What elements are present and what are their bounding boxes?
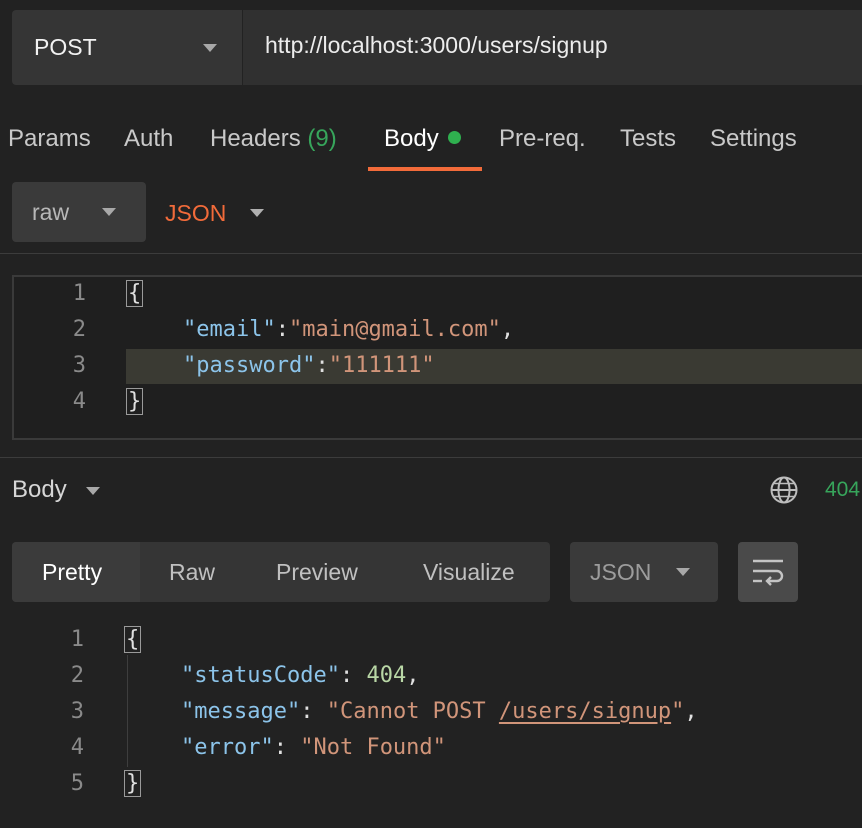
tab-settings[interactable]: Settings xyxy=(710,125,797,153)
line-number: 3 xyxy=(70,699,84,724)
chevron-down-icon xyxy=(102,208,116,216)
chevron-down-icon[interactable] xyxy=(250,209,264,217)
globe-icon[interactable] xyxy=(769,475,799,505)
body-mode-select[interactable]: raw xyxy=(12,182,146,242)
body-modified-dot xyxy=(447,131,461,144)
code-line: "statusCode": 404, xyxy=(181,663,420,688)
view-tab-pretty[interactable]: Pretty xyxy=(42,559,102,586)
json-string: "Cannot POST xyxy=(326,699,499,724)
chevron-down-icon[interactable] xyxy=(86,487,100,495)
json-string: "Not Found" xyxy=(300,735,446,760)
code-line: "email":"main@gmail.com", xyxy=(183,317,515,342)
url-input[interactable]: http://localhost:3000/users/signup xyxy=(243,10,862,85)
view-tab-visualize[interactable]: Visualize xyxy=(423,559,515,586)
json-key: "email" xyxy=(183,317,276,342)
active-tab-underline xyxy=(368,167,482,171)
response-view-tabs: Pretty Raw Preview Visualize xyxy=(12,542,550,602)
json-key: "message" xyxy=(181,699,301,724)
response-format-select[interactable]: JSON xyxy=(570,542,718,602)
close-brace: } xyxy=(126,388,144,415)
body-mode-label: raw xyxy=(32,199,70,225)
url-text: http://localhost:3000/users/signup xyxy=(265,32,608,58)
tab-params[interactable]: Params xyxy=(8,125,91,153)
view-tab-preview[interactable]: Preview xyxy=(276,559,358,586)
chevron-down-icon xyxy=(203,44,217,52)
code-line: "message": "Cannot POST /users/signup", xyxy=(181,699,698,724)
tab-body[interactable]: Body xyxy=(384,125,461,153)
code-line: } xyxy=(124,770,142,797)
line-number: 1 xyxy=(70,627,84,652)
line-number: 4 xyxy=(70,735,84,760)
json-key: "statusCode" xyxy=(181,663,340,688)
method-select[interactable]: POST xyxy=(12,10,242,85)
response-section-select[interactable]: Body xyxy=(12,476,67,504)
tab-headers-label: Headers xyxy=(210,125,301,152)
json-link[interactable]: /users/signup xyxy=(499,699,671,724)
json-key: "password" xyxy=(183,353,316,378)
line-number: 5 xyxy=(70,771,84,796)
line-number: 1 xyxy=(72,281,86,306)
line-number: 2 xyxy=(72,317,86,342)
json-key: "error" xyxy=(181,735,274,760)
code-line: "password":"111111" xyxy=(183,353,435,378)
wrap-lines-icon xyxy=(753,559,784,586)
wrap-lines-button[interactable] xyxy=(738,542,798,602)
indent-guide xyxy=(127,655,128,767)
json-string: "main@gmail.com" xyxy=(288,317,501,342)
code-line: { xyxy=(124,626,142,653)
view-tab-raw[interactable]: Raw xyxy=(169,559,215,586)
json-string: "111111" xyxy=(328,353,435,378)
close-brace: } xyxy=(124,770,142,797)
code-line: "error": "Not Found" xyxy=(181,735,446,760)
json-string: " xyxy=(671,699,685,724)
chevron-down-icon xyxy=(676,568,690,576)
code-line: { xyxy=(126,280,144,307)
open-brace: { xyxy=(126,280,144,307)
divider xyxy=(0,457,862,458)
response-format-label: JSON xyxy=(590,559,652,585)
tab-tests[interactable]: Tests xyxy=(620,125,676,153)
status-code: 404 xyxy=(825,478,861,501)
divider xyxy=(0,253,862,254)
tab-auth[interactable]: Auth xyxy=(124,125,173,153)
code-line: } xyxy=(126,388,144,415)
open-brace: { xyxy=(124,626,142,653)
body-language-select[interactable]: JSON xyxy=(165,200,226,227)
line-number: 3 xyxy=(72,353,86,378)
json-number: 404 xyxy=(366,663,407,688)
method-label: POST xyxy=(34,34,97,60)
line-number: 4 xyxy=(72,389,86,414)
tab-headers[interactable]: Headers (9) xyxy=(210,125,337,153)
headers-count-badge: (9) xyxy=(307,125,337,152)
tab-body-label: Body xyxy=(384,125,439,152)
tab-pre-request[interactable]: Pre-req. xyxy=(499,125,586,153)
line-number: 2 xyxy=(70,663,84,688)
